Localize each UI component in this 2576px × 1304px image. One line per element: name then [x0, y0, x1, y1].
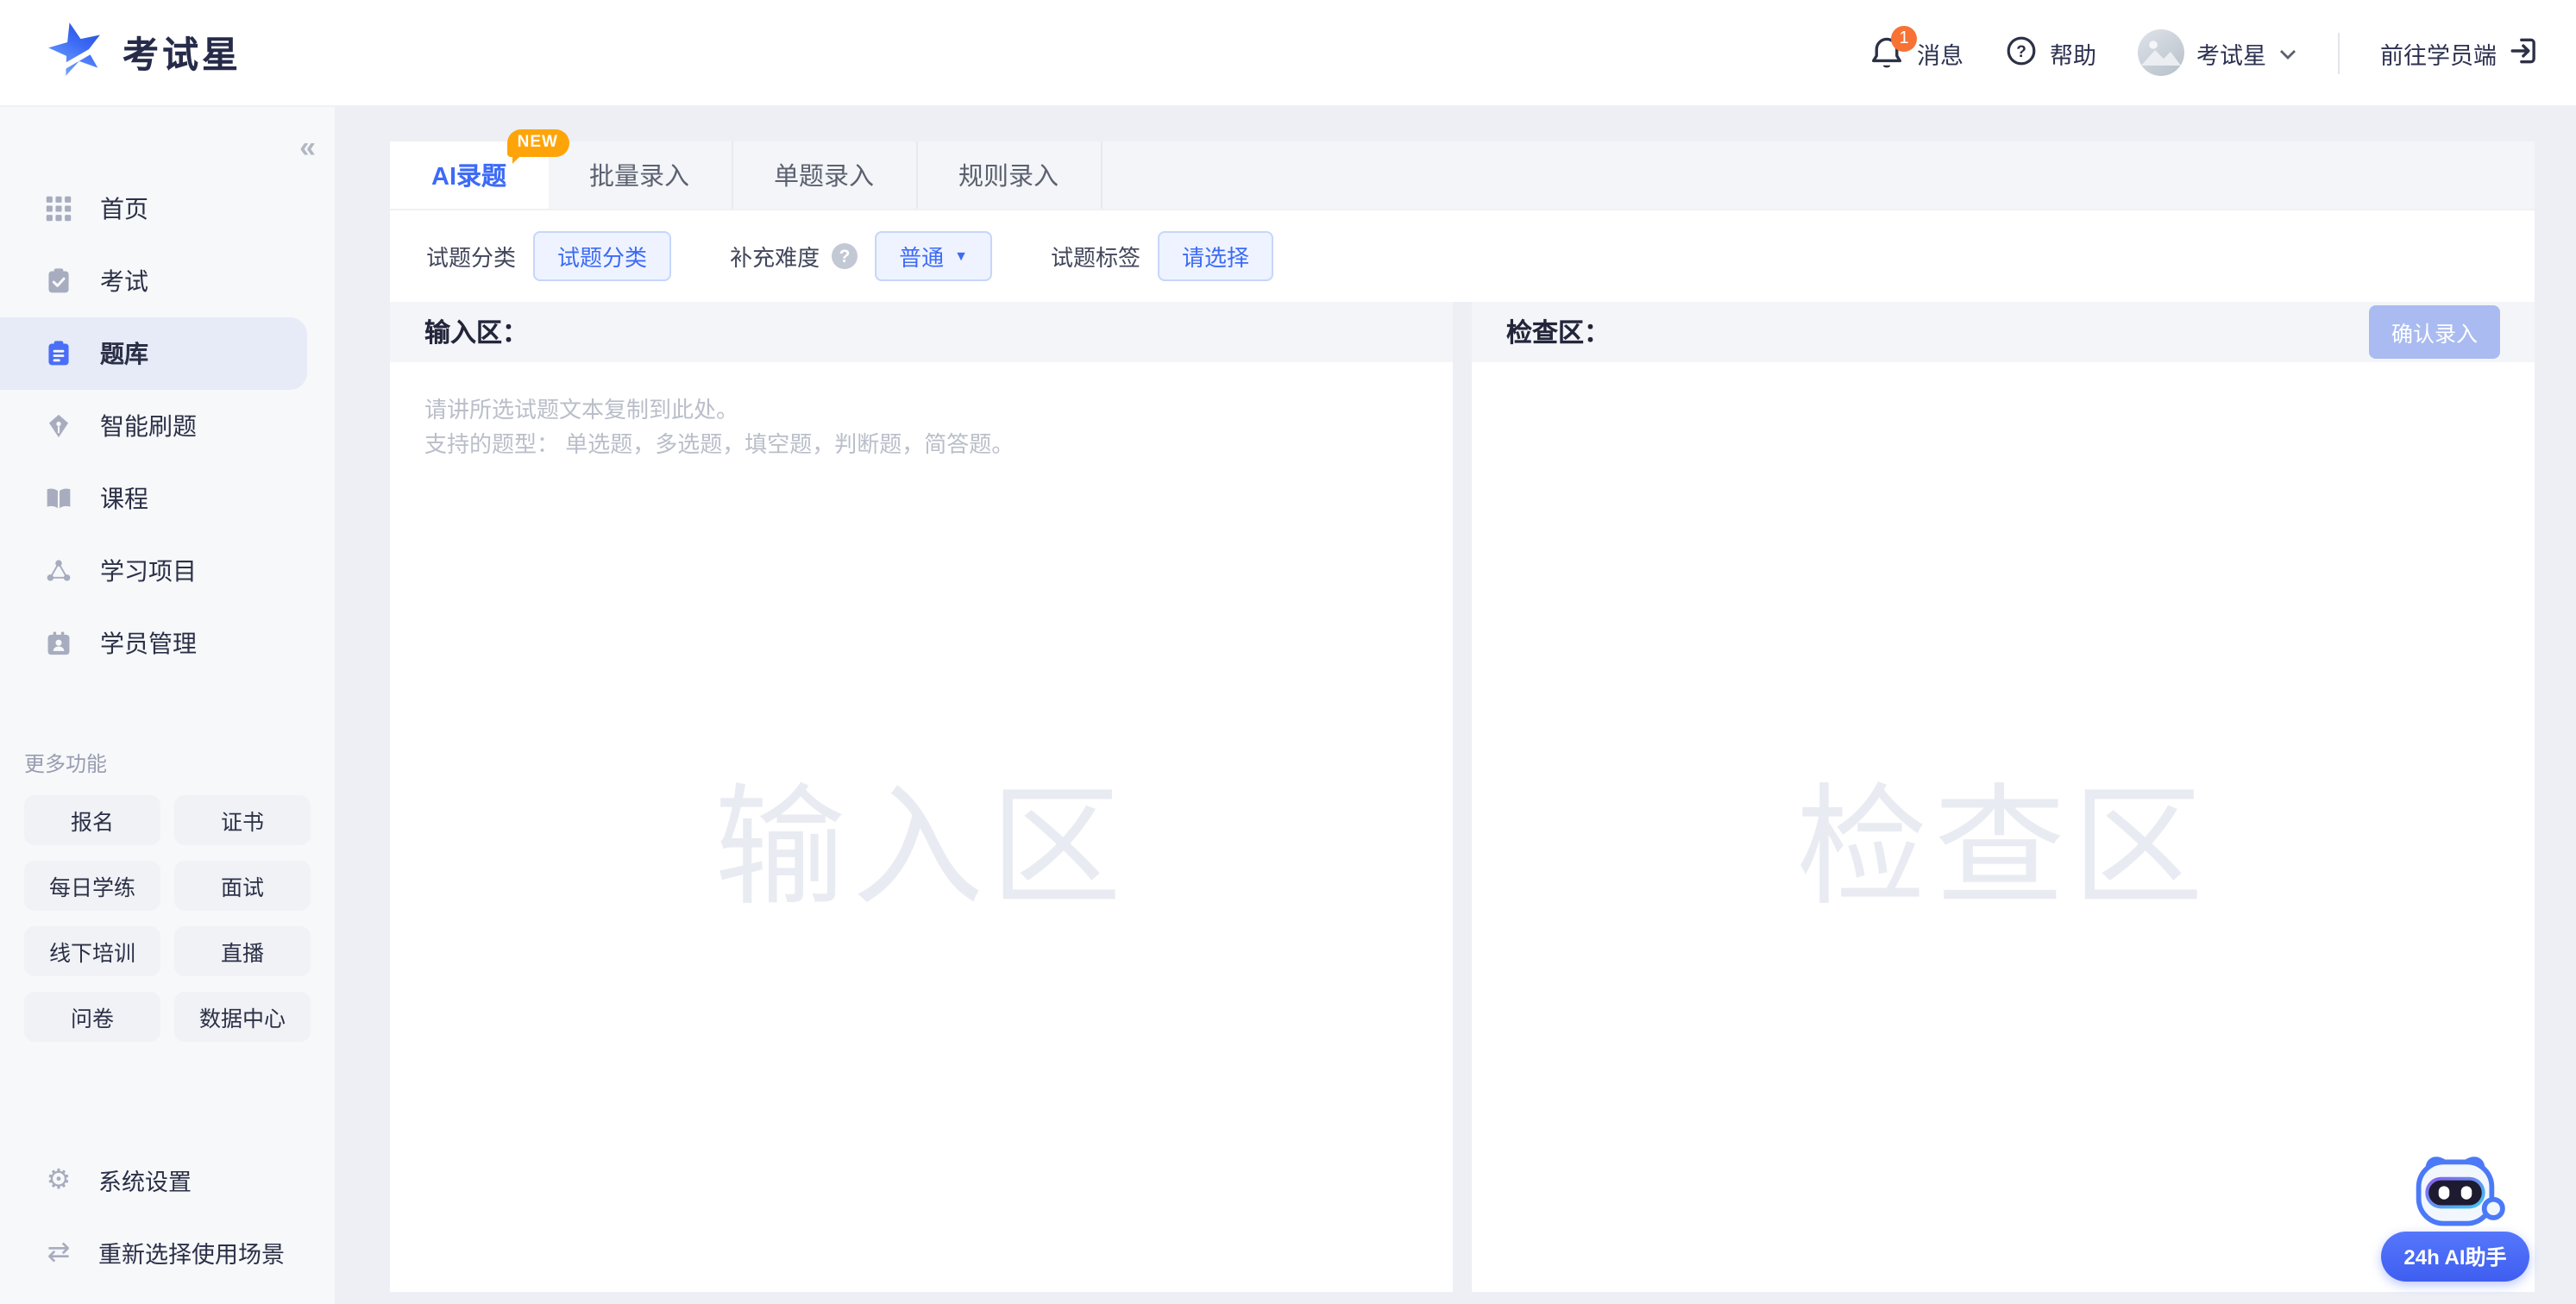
sidebar-item-label: 考试 [100, 264, 148, 298]
input-panel-header: 输入区： [390, 302, 1453, 362]
check-panel-header: 检查区： 确认录入 [1472, 302, 2535, 362]
input-watermark: 输入区 [390, 740, 1453, 930]
tab-label: 批量录入 [589, 157, 689, 193]
share-nodes-icon [43, 555, 74, 586]
difficulty-dropdown[interactable]: 普通 ▼ [875, 231, 992, 281]
input-panel-title: 输入区： [424, 314, 528, 350]
home-grid-icon [43, 193, 74, 224]
sidebar: « 首页 考试 [0, 107, 335, 1304]
more-btn-data-center[interactable]: 数据中心 [174, 992, 311, 1042]
check-panel-title: 检查区： [1506, 314, 1610, 350]
sidebar-item-label: 首页 [100, 191, 148, 226]
more-functions-grid: 报名 证书 每日学练 面试 线下培训 直播 问卷 数据中心 [24, 795, 335, 1042]
tags-label: 试题标签 [1051, 240, 1140, 273]
difficulty-label: 补充难度 [730, 240, 820, 273]
filter-bar: 试题分类 试题分类 补充难度 ? 普通 ▼ 试题标签 请选择 [390, 210, 2535, 302]
sidebar-item-label: 学习项目 [100, 554, 197, 588]
tab-label: 规则录入 [958, 157, 1059, 193]
exit-portal-icon [2509, 34, 2541, 72]
avatar [2138, 29, 2184, 76]
sidebar-item-label: 学员管理 [100, 626, 197, 661]
sidebar-item-label: 课程 [100, 481, 148, 516]
messages-label: 消息 [1917, 35, 1963, 70]
switch-scene-item[interactable]: ⇄ 重新选择使用场景 [0, 1223, 335, 1282]
sidebar-collapse-button[interactable]: « [0, 124, 335, 172]
pen-nib-icon [43, 411, 74, 442]
tab-label: AI录题 [431, 157, 506, 193]
check-watermark: 检查区 [1472, 740, 2535, 930]
work-panels: 输入区： 请讲所选试题文本复制到此处。 支持的题型： 单选题，多选题，填空题，判… [390, 302, 2535, 1292]
tab-batch-entry[interactable]: 批量录入 [548, 141, 732, 209]
tab-rule-entry[interactable]: 规则录入 [917, 141, 1102, 209]
messages-button[interactable]: 1 消息 [1869, 34, 1963, 71]
swap-arrows-icon: ⇄ [43, 1235, 74, 1270]
question-bank-icon [43, 338, 74, 369]
tab-ai-entry[interactable]: AI录题 NEW [390, 141, 548, 209]
more-btn-live[interactable]: 直播 [174, 926, 311, 976]
exam-clipboard-icon [43, 266, 74, 297]
help-label: 帮助 [2050, 35, 2096, 70]
portal-label: 前往学员端 [2380, 35, 2497, 70]
more-btn-registration[interactable]: 报名 [24, 795, 160, 845]
svg-text:?: ? [2016, 42, 2026, 60]
sidebar-item-learning-projects[interactable]: 学习项目 [0, 535, 307, 607]
bell-icon: 1 [1869, 34, 1905, 71]
sidebar-item-courses[interactable]: 课程 [0, 462, 307, 535]
main-content: AI录题 NEW 批量录入 单题录入 规则录入 试题分类 试题分类 [335, 107, 2576, 1304]
brand-logo[interactable]: 考试星 [45, 17, 242, 88]
category-label: 试题分类 [426, 240, 516, 273]
more-btn-questionnaire[interactable]: 问卷 [24, 992, 160, 1042]
tab-label: 单题录入 [774, 157, 874, 193]
help-button[interactable]: ? 帮助 [2005, 34, 2096, 72]
input-placeholder-line1: 请讲所选试题文本复制到此处。 [424, 393, 1418, 428]
sidebar-item-smart-practice[interactable]: 智能刷题 [0, 390, 307, 462]
sidebar-item-label: 题库 [100, 336, 148, 371]
account-name: 考试星 [2196, 35, 2266, 70]
chevron-down-icon [2278, 40, 2296, 66]
confirm-entry-button[interactable]: 确认录入 [2369, 305, 2500, 359]
check-panel: 检查区： 确认录入 检查区 [1472, 302, 2535, 1292]
switch-scene-label: 重新选择使用场景 [98, 1235, 285, 1270]
question-entry-card: AI录题 NEW 批量录入 单题录入 规则录入 试题分类 试题分类 [390, 141, 2535, 1292]
system-settings-label: 系统设置 [98, 1163, 192, 1197]
input-panel: 输入区： 请讲所选试题文本复制到此处。 支持的题型： 单选题，多选题，填空题，判… [390, 302, 1453, 1292]
sidebar-item-home[interactable]: 首页 [0, 172, 307, 245]
top-bar: 考试星 1 消息 ? [0, 0, 2576, 107]
tab-single-entry[interactable]: 单题录入 [732, 141, 917, 209]
gear-icon: ⚙ [43, 1163, 74, 1197]
sidebar-item-exams[interactable]: 考试 [0, 245, 307, 317]
student-portal-link[interactable]: 前往学员端 [2380, 34, 2541, 72]
sidebar-item-student-management[interactable]: 学员管理 [0, 607, 307, 680]
input-placeholder-line2: 支持的题型： 单选题，多选题，填空题，判断题，简答题。 [424, 428, 1418, 462]
category-select-button[interactable]: 试题分类 [533, 231, 671, 281]
star-logo-icon [45, 17, 107, 88]
more-btn-daily-practice[interactable]: 每日学练 [24, 861, 160, 911]
sidebar-item-label: 智能刷题 [100, 409, 197, 443]
sidebar-item-question-bank[interactable]: 题库 [0, 317, 307, 390]
difficulty-help-icon[interactable]: ? [832, 243, 858, 269]
account-menu[interactable]: 考试星 [2138, 29, 2296, 76]
header-divider [2337, 32, 2339, 73]
brand-name: 考试星 [123, 27, 242, 78]
more-btn-interview[interactable]: 面试 [174, 861, 311, 911]
more-functions-label: 更多功能 [24, 749, 335, 778]
help-icon: ? [2005, 34, 2038, 72]
ai-assistant-widget[interactable]: 24h AI助手 [2372, 1149, 2538, 1282]
sidebar-bottom: ⚙ 系统设置 ⇄ 重新选择使用场景 [0, 1150, 335, 1304]
entry-tabs: AI录题 NEW 批量录入 单题录入 规则录入 [390, 141, 2535, 210]
system-settings-item[interactable]: ⚙ 系统设置 [0, 1150, 335, 1209]
id-badge-icon [43, 628, 74, 659]
open-book-icon [43, 483, 74, 514]
input-textarea[interactable]: 请讲所选试题文本复制到此处。 支持的题型： 单选题，多选题，填空题，判断题，简答… [390, 362, 1453, 1292]
caret-down-icon: ▼ [954, 248, 968, 264]
tags-select-button[interactable]: 请选择 [1158, 231, 1273, 281]
messages-count-badge: 1 [1891, 26, 1917, 52]
more-btn-certificate[interactable]: 证书 [174, 795, 311, 845]
difficulty-value: 普通 [899, 240, 944, 273]
more-btn-offline-training[interactable]: 线下培训 [24, 926, 160, 976]
robot-mascot-icon [2405, 1149, 2505, 1247]
